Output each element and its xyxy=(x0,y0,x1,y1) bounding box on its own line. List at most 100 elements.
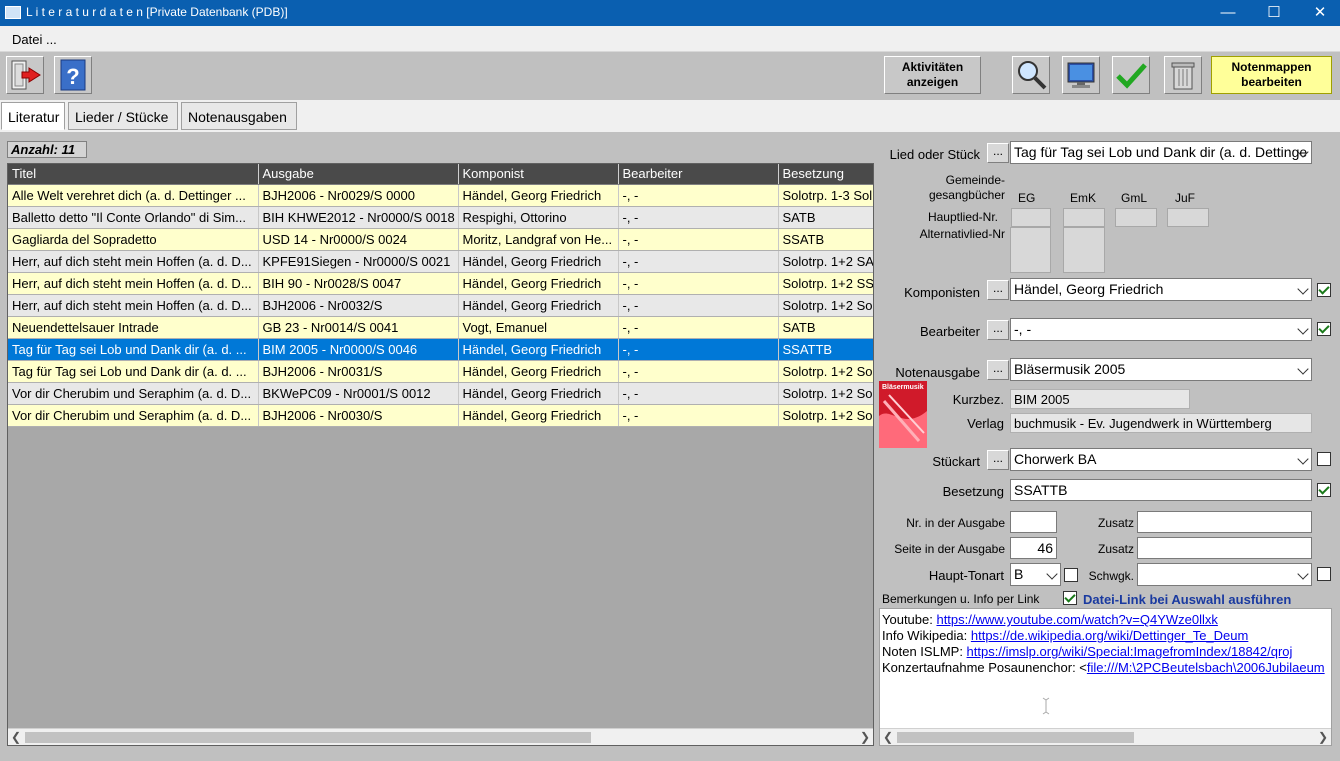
cell-besetzung[interactable]: Solotrp. 1+2 Sol xyxy=(778,382,873,405)
bearbeiter-picker-button[interactable]: ... xyxy=(987,320,1009,340)
col-komponist[interactable]: Komponist xyxy=(458,164,619,185)
besetzung-field[interactable]: SSATTB xyxy=(1010,479,1312,501)
cell-komponist[interactable]: Moritz, Landgraf von He... xyxy=(458,228,619,251)
memo-link[interactable]: https://www.youtube.com/watch?v=Q4YWze0l… xyxy=(936,612,1217,627)
bearbeiter-combo[interactable]: -, - xyxy=(1010,318,1312,341)
cell-titel[interactable]: Neuendettelsauer Intrade xyxy=(8,316,259,339)
cell-besetzung[interactable]: Solotrp. 1+2 So xyxy=(778,404,873,427)
close-button[interactable]: ✕ xyxy=(1297,0,1340,26)
cell-komponist[interactable]: Händel, Georg Friedrich xyxy=(458,250,619,273)
stueckart-combo[interactable]: Chorwerk BA xyxy=(1010,448,1312,471)
lied-combo[interactable]: Tag für Tag sei Lob und Dank dir (a. d. … xyxy=(1010,141,1312,164)
help-button[interactable]: ? xyxy=(54,56,92,94)
cell-titel[interactable]: Tag für Tag sei Lob und Dank dir (a. d. … xyxy=(8,360,259,383)
cell-titel[interactable]: Herr, auf dich steht mein Hoffen (a. d. … xyxy=(8,272,259,295)
cell-komponist[interactable]: Händel, Georg Friedrich xyxy=(458,404,619,427)
cell-ausgabe[interactable]: BIM 2005 - Nr0000/S 0046 xyxy=(258,338,459,361)
komponisten-combo[interactable]: Händel, Georg Friedrich xyxy=(1010,278,1312,301)
bearbeiter-checkbox[interactable] xyxy=(1317,322,1331,336)
datei-link-label[interactable]: Datei-Link bei Auswahl ausführen xyxy=(1083,592,1291,607)
cell-komponist[interactable]: Händel, Georg Friedrich xyxy=(458,360,619,383)
kurzbez-field[interactable]: BIM 2005 xyxy=(1010,389,1190,409)
datei-link-checkbox[interactable] xyxy=(1063,591,1077,605)
cell-ausgabe[interactable]: BKWePC09 - Nr0001/S 0012 xyxy=(258,382,459,405)
cell-bearbeiter[interactable]: -, - xyxy=(618,338,779,361)
cell-bearbeiter[interactable]: -, - xyxy=(618,184,779,207)
tab-lieder-stuecke[interactable]: Lieder / Stücke xyxy=(68,102,178,130)
emk-hauptlied-field[interactable] xyxy=(1063,208,1105,227)
table-row[interactable]: Alle Welt verehret dich (a. d. Dettinger… xyxy=(8,184,873,207)
table-row[interactable]: Tag für Tag sei Lob und Dank dir (a. d. … xyxy=(8,338,873,361)
cell-titel[interactable]: Vor dir Cherubim und Seraphim (a. d. D..… xyxy=(8,382,259,405)
cell-ausgabe[interactable]: BJH2006 - Nr0031/S xyxy=(258,360,459,383)
cell-titel[interactable]: Herr, auf dich steht mein Hoffen (a. d. … xyxy=(8,294,259,317)
cell-komponist[interactable]: Händel, Georg Friedrich xyxy=(458,294,619,317)
cell-besetzung[interactable]: SSATTB xyxy=(778,338,873,361)
cell-bearbeiter[interactable]: -, - xyxy=(618,250,779,273)
memo-link[interactable]: https://de.wikipedia.org/wiki/Dettinger_… xyxy=(971,628,1248,643)
verlag-field[interactable]: buchmusik - Ev. Jugendwerk in Württember… xyxy=(1010,413,1312,433)
cell-komponist[interactable]: Händel, Georg Friedrich xyxy=(458,272,619,295)
minimize-button[interactable]: — xyxy=(1205,0,1251,26)
cell-ausgabe[interactable]: BJH2006 - Nr0029/S 0000 xyxy=(258,184,459,207)
notenausgabe-combo[interactable]: Bläsermusik 2005 xyxy=(1010,358,1312,381)
table-row[interactable]: Gagliarda del Sopradetto USD 14 - Nr0000/… xyxy=(8,228,873,251)
cell-bearbeiter[interactable]: -, - xyxy=(618,206,779,229)
table-row[interactable]: Vor dir Cherubim und Seraphim (a. d. D..… xyxy=(8,404,873,427)
maximize-button[interactable]: ☐ xyxy=(1251,0,1297,26)
memo-link[interactable]: file:///M:\2PCBeutelsbach\2006Jubilaeum xyxy=(1087,660,1325,675)
gml-hauptlied-field[interactable] xyxy=(1115,208,1157,227)
confirm-button[interactable] xyxy=(1112,56,1150,94)
monitor-button[interactable] xyxy=(1062,56,1100,94)
cell-ausgabe[interactable]: BIH KHWE2012 - Nr0000/S 0018 xyxy=(258,206,459,229)
cell-besetzung[interactable]: Solotrp. 1+2 So xyxy=(778,294,873,317)
cell-komponist[interactable]: Händel, Georg Friedrich xyxy=(458,184,619,207)
memo-horizontal-scrollbar[interactable]: ❮ ❯ xyxy=(880,728,1331,745)
notenmappen-button[interactable]: Notenmappen bearbeiten xyxy=(1211,56,1332,94)
cell-komponist[interactable]: Händel, Georg Friedrich xyxy=(458,338,619,361)
cell-bearbeiter[interactable]: -, - xyxy=(618,272,779,295)
cell-besetzung[interactable]: Solotrp. 1+2 SS xyxy=(778,272,873,295)
cell-komponist[interactable]: Respighi, Ottorino xyxy=(458,206,619,229)
zusatz2-field[interactable] xyxy=(1137,537,1312,559)
cell-besetzung[interactable]: Solotrp. 1+2 So xyxy=(778,360,873,383)
cell-titel[interactable]: Herr, auf dich steht mein Hoffen (a. d. … xyxy=(8,250,259,273)
schwgk-checkbox[interactable] xyxy=(1317,567,1331,581)
cell-bearbeiter[interactable]: -, - xyxy=(618,316,779,339)
memo-link[interactable]: https://imslp.org/wiki/Special:Imagefrom… xyxy=(967,644,1293,659)
cell-titel[interactable]: Balletto detto "Il Conte Orlando" di Sim… xyxy=(8,206,259,229)
menu-datei[interactable]: Datei ... xyxy=(12,32,57,47)
eg-alternativ-field[interactable] xyxy=(1010,227,1051,273)
table-row[interactable]: Herr, auf dich steht mein Hoffen (a. d. … xyxy=(8,272,873,295)
notenausgabe-picker-button[interactable]: ... xyxy=(987,360,1009,380)
scroll-left-icon[interactable]: ❮ xyxy=(883,729,893,745)
aktivitaeten-button[interactable]: Aktivitäten anzeigen xyxy=(884,56,981,94)
cell-titel[interactable]: Gagliarda del Sopradetto xyxy=(8,228,259,251)
table-row[interactable]: Herr, auf dich steht mein Hoffen (a. d. … xyxy=(8,294,873,317)
emk-alternativ-field[interactable] xyxy=(1063,227,1105,273)
bemerkungen-memo[interactable]: Youtube: https://www.youtube.com/watch?v… xyxy=(879,608,1332,746)
scroll-thumb[interactable] xyxy=(25,732,591,743)
grid-horizontal-scrollbar[interactable]: ❮ ❯ xyxy=(8,728,873,745)
seite-field[interactable]: 46 xyxy=(1010,537,1057,559)
scroll-left-icon[interactable]: ❮ xyxy=(11,729,21,745)
cell-komponist[interactable]: Vogt, Emanuel xyxy=(458,316,619,339)
cell-ausgabe[interactable]: GB 23 - Nr0014/S 0041 xyxy=(258,316,459,339)
schwgk-combo[interactable] xyxy=(1137,563,1312,586)
notenausgabe-cover[interactable]: Bläsermusik xyxy=(879,381,927,448)
delete-button[interactable] xyxy=(1164,56,1202,94)
stueckart-checkbox[interactable] xyxy=(1317,452,1331,466)
col-titel[interactable]: Titel xyxy=(8,164,259,185)
cell-besetzung[interactable]: SATB xyxy=(778,206,873,229)
besetzung-checkbox[interactable] xyxy=(1317,483,1331,497)
tonart-checkbox[interactable] xyxy=(1064,568,1078,582)
cell-ausgabe[interactable]: BJH2006 - Nr0030/S xyxy=(258,404,459,427)
cell-besetzung[interactable]: SATB xyxy=(778,316,873,339)
cell-titel[interactable]: Tag für Tag sei Lob und Dank dir (a. d. … xyxy=(8,338,259,361)
juf-hauptlied-field[interactable] xyxy=(1167,208,1209,227)
cell-bearbeiter[interactable]: -, - xyxy=(618,228,779,251)
cell-titel[interactable]: Vor dir Cherubim und Seraphim (a. d. D..… xyxy=(8,404,259,427)
table-row[interactable]: Balletto detto "Il Conte Orlando" di Sim… xyxy=(8,206,873,229)
cell-ausgabe[interactable]: USD 14 - Nr0000/S 0024 xyxy=(258,228,459,251)
cell-bearbeiter[interactable]: -, - xyxy=(618,382,779,405)
